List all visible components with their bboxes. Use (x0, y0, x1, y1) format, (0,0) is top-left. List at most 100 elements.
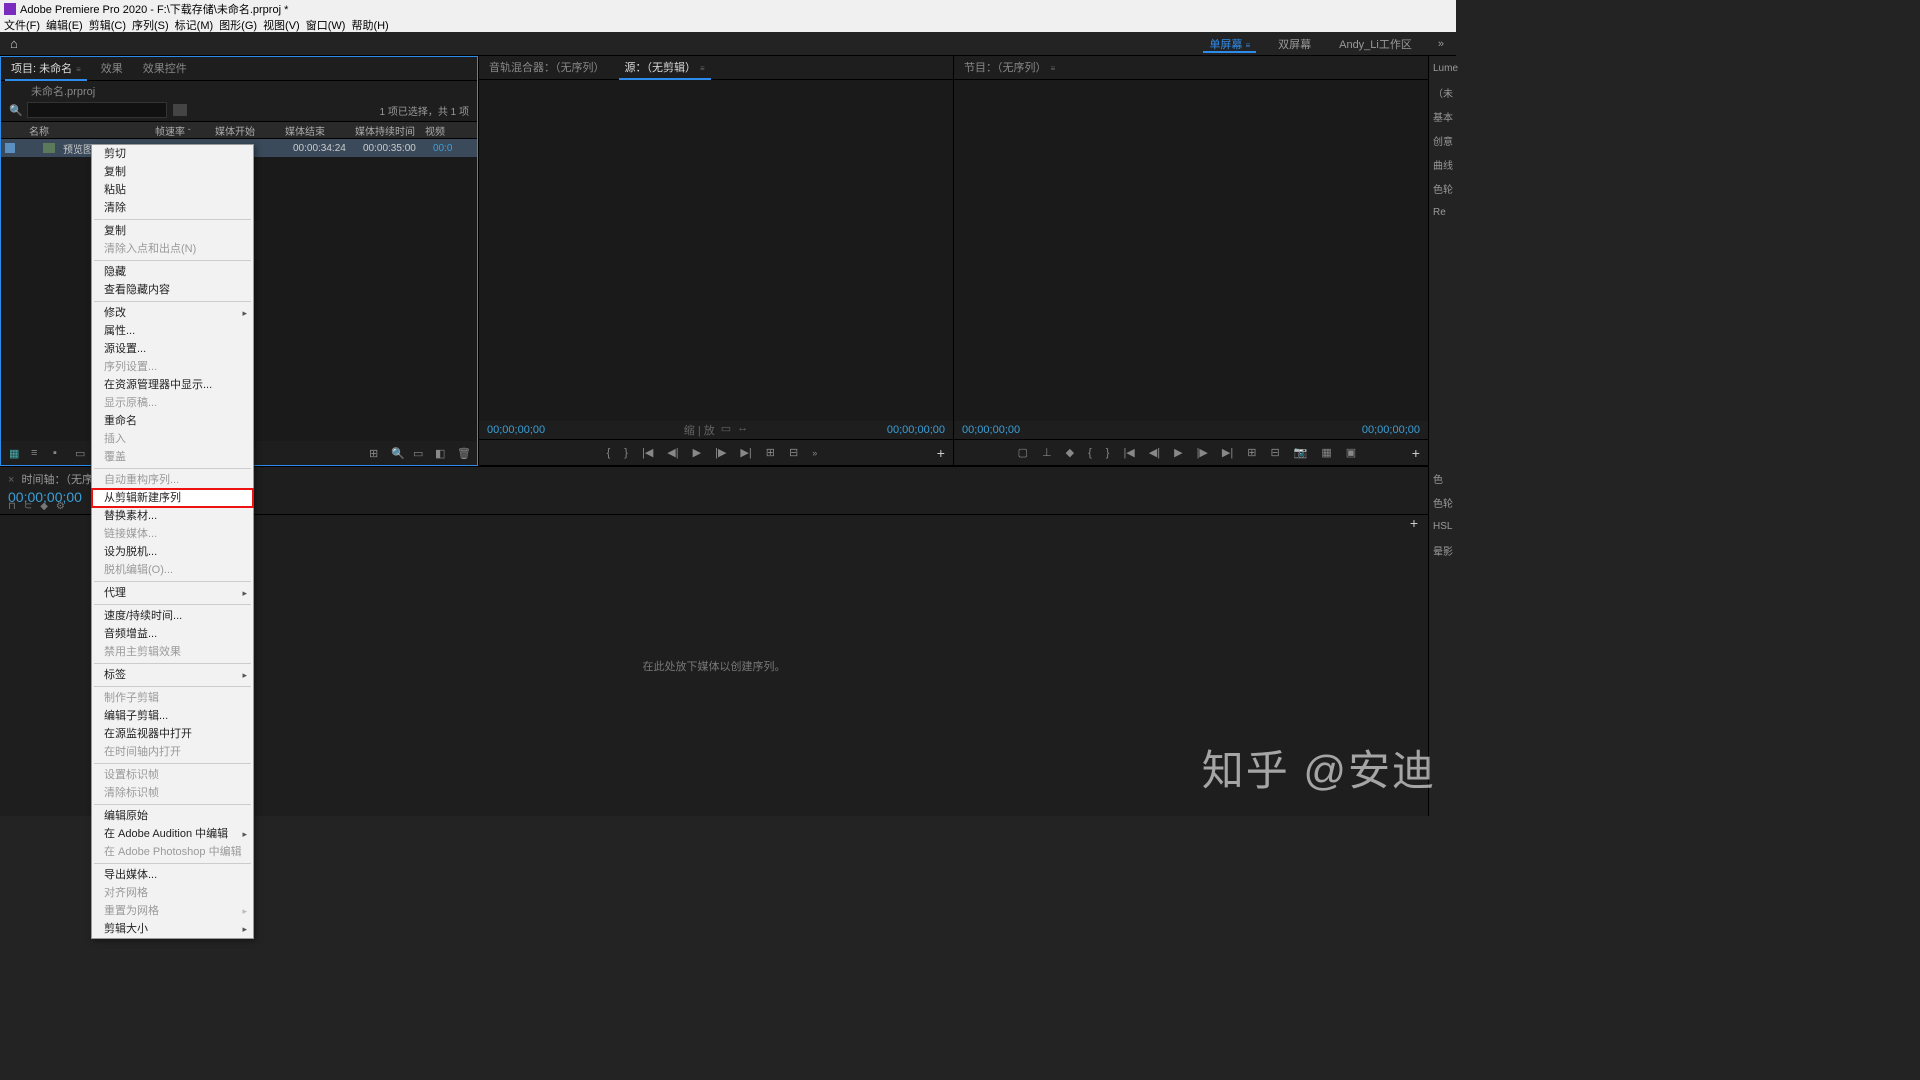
trash-icon[interactable]: 🗑 (457, 447, 469, 459)
prev-frame-icon[interactable]: ◀| (1149, 446, 1160, 459)
ctx-item[interactable]: 在 Adobe Audition 中编辑 (92, 825, 253, 843)
new-item-icon[interactable]: ◧ (435, 447, 447, 459)
menu-view[interactable]: 视图(V) (263, 17, 300, 33)
source-tc-out[interactable]: 00;00;00;00 (887, 424, 945, 436)
ctx-item[interactable]: 复制 (92, 222, 253, 240)
lift-icon[interactable]: ⊞ (1247, 446, 1256, 459)
button-editor-icon[interactable]: + (937, 445, 945, 461)
mark-out-icon[interactable]: ◆ (1066, 446, 1074, 459)
go-out-icon[interactable]: } (1106, 447, 1110, 459)
add-marker-icon[interactable]: ▢ (1018, 446, 1028, 459)
col-media-end[interactable]: 媒体结束 (281, 123, 351, 138)
col-media-duration[interactable]: 媒体持续时间 (351, 123, 421, 138)
ctx-item[interactable]: 隐藏 (92, 263, 253, 281)
settings-icon[interactable]: ⚙ (56, 501, 65, 512)
step-fwd-icon[interactable]: ▶| (1222, 446, 1233, 459)
workspace-more[interactable]: » (1426, 38, 1456, 50)
ctx-item[interactable]: 编辑子剪辑... (92, 707, 253, 725)
lumetri-title[interactable]: Lume (1429, 56, 1456, 80)
play-icon[interactable]: ▶ (693, 446, 701, 459)
overwrite-icon[interactable]: ⊟ (789, 446, 798, 459)
ctx-item[interactable]: 替换素材... (92, 507, 253, 525)
ctx-item[interactable]: 查看隐藏内容 (92, 281, 253, 299)
workspace-double[interactable]: 双屏幕 (1264, 36, 1325, 52)
step-back-icon[interactable]: |◀ (1123, 446, 1134, 459)
ctx-item[interactable]: 复制 (92, 163, 253, 181)
col-media-start[interactable]: 媒体开始 (211, 123, 281, 138)
ctx-item[interactable]: 剪辑大小 (92, 920, 253, 938)
search-input[interactable] (27, 102, 167, 118)
menu-help[interactable]: 帮助(H) (351, 17, 388, 33)
tab-effects[interactable]: 效果 (91, 56, 133, 80)
ctx-item[interactable]: 清除 (92, 199, 253, 217)
ctx-item[interactable]: 重命名 (92, 412, 253, 430)
play-icon[interactable]: ▶ (1174, 446, 1182, 459)
sort-icon[interactable]: ▭ (75, 447, 87, 459)
timeline-button-editor[interactable]: + (1410, 515, 1418, 531)
ctx-item[interactable]: 音频增益... (92, 625, 253, 643)
ctx-item[interactable]: 剪切 (92, 145, 253, 163)
source-fit[interactable]: 缩 | 放 (684, 422, 715, 438)
source-tc-in[interactable]: 00;00;00;00 (487, 424, 545, 436)
extract-icon[interactable]: ⊟ (1270, 446, 1279, 459)
col-fps[interactable]: 帧速率ˇ (151, 123, 211, 138)
find-icon[interactable]: 🔍 (391, 447, 403, 459)
mark-out-icon[interactable]: } (624, 447, 628, 459)
program-tc-in[interactable]: 00;00;00;00 (962, 424, 1020, 436)
ctx-item[interactable]: 修改 (92, 304, 253, 322)
ctx-item[interactable]: 从剪辑新建序列 (92, 489, 253, 507)
tab-program[interactable]: 节目：（无序列）≡ (954, 55, 1065, 79)
next-frame-icon[interactable]: |▶ (1197, 446, 1208, 459)
tab-effect-controls[interactable]: 效果控件 (133, 56, 197, 80)
menu-sequence[interactable]: 序列(S) (132, 17, 169, 33)
insert-icon[interactable]: ⊞ (766, 446, 775, 459)
ctx-item[interactable]: 在源监视器中打开 (92, 725, 253, 743)
source-view[interactable] (479, 80, 953, 421)
automate-icon[interactable]: ⊞ (369, 447, 381, 459)
menu-file[interactable]: 文件(F) (4, 17, 40, 33)
list-view-icon[interactable]: ▦ (9, 447, 21, 459)
marker-icon[interactable]: ◆ (40, 501, 48, 512)
menu-graphics[interactable]: 图形(G) (219, 17, 257, 33)
go-in-icon[interactable]: { (1088, 447, 1092, 459)
mark-in-icon[interactable]: { (607, 447, 611, 459)
freeform-view-icon[interactable]: ▪ (53, 447, 65, 459)
ctx-item[interactable]: 代理 (92, 584, 253, 602)
col-name[interactable]: 名称 (1, 123, 151, 138)
ctx-item[interactable]: 编辑原始 (92, 807, 253, 825)
ctx-item[interactable]: 属性... (92, 322, 253, 340)
ctx-item[interactable]: 在资源管理器中显示... (92, 376, 253, 394)
ctx-item[interactable]: 标签 (92, 666, 253, 684)
tab-project[interactable]: 项目: 未命名≡ (1, 56, 91, 80)
program-view[interactable] (954, 80, 1428, 421)
snap-icon[interactable]: ⊓ (8, 501, 16, 512)
program-tc-out[interactable]: 00;00;00;00 (1362, 424, 1420, 436)
ctx-item[interactable]: 源设置... (92, 340, 253, 358)
ctx-item[interactable]: 设为脱机... (92, 543, 253, 561)
workspace-custom[interactable]: Andy_Li工作区 (1325, 36, 1426, 52)
step-back-icon[interactable]: ◀| (667, 446, 678, 459)
linked-sel-icon[interactable]: ⊂ (24, 501, 32, 512)
new-bin-icon[interactable] (173, 104, 187, 116)
export-frame-icon[interactable]: 📷 (1294, 446, 1308, 459)
workspace-single[interactable]: 单屏幕 ≡ (1195, 36, 1264, 52)
go-out-icon[interactable]: ▶| (740, 446, 751, 459)
icon-view-icon[interactable]: ≡ (31, 447, 43, 459)
mark-in-icon[interactable]: ⊥ (1042, 446, 1052, 459)
safe-margin-icon[interactable]: ▣ (1346, 446, 1356, 459)
menu-marker[interactable]: 标记(M) (175, 17, 214, 33)
go-in-icon[interactable]: |◀ (642, 446, 653, 459)
button-editor-icon[interactable]: + (1412, 445, 1420, 461)
menu-window[interactable]: 窗口(W) (306, 17, 346, 33)
ctx-item[interactable]: 导出媒体... (92, 866, 253, 884)
menu-clip[interactable]: 剪辑(C) (89, 17, 126, 33)
home-icon[interactable]: ⌂ (0, 36, 28, 51)
ctx-item[interactable]: 速度/持续时间... (92, 607, 253, 625)
menu-edit[interactable]: 编辑(E) (46, 17, 83, 33)
col-video[interactable]: 视频 (421, 123, 451, 138)
new-bin-btn[interactable]: ▭ (413, 447, 425, 459)
tab-audio-mixer[interactable]: 音轨混合器：（无序列） (479, 55, 615, 79)
step-fwd-icon[interactable]: |▶ (715, 446, 726, 459)
ctx-item[interactable]: 粘贴 (92, 181, 253, 199)
comparison-icon[interactable]: ▦ (1321, 446, 1331, 459)
